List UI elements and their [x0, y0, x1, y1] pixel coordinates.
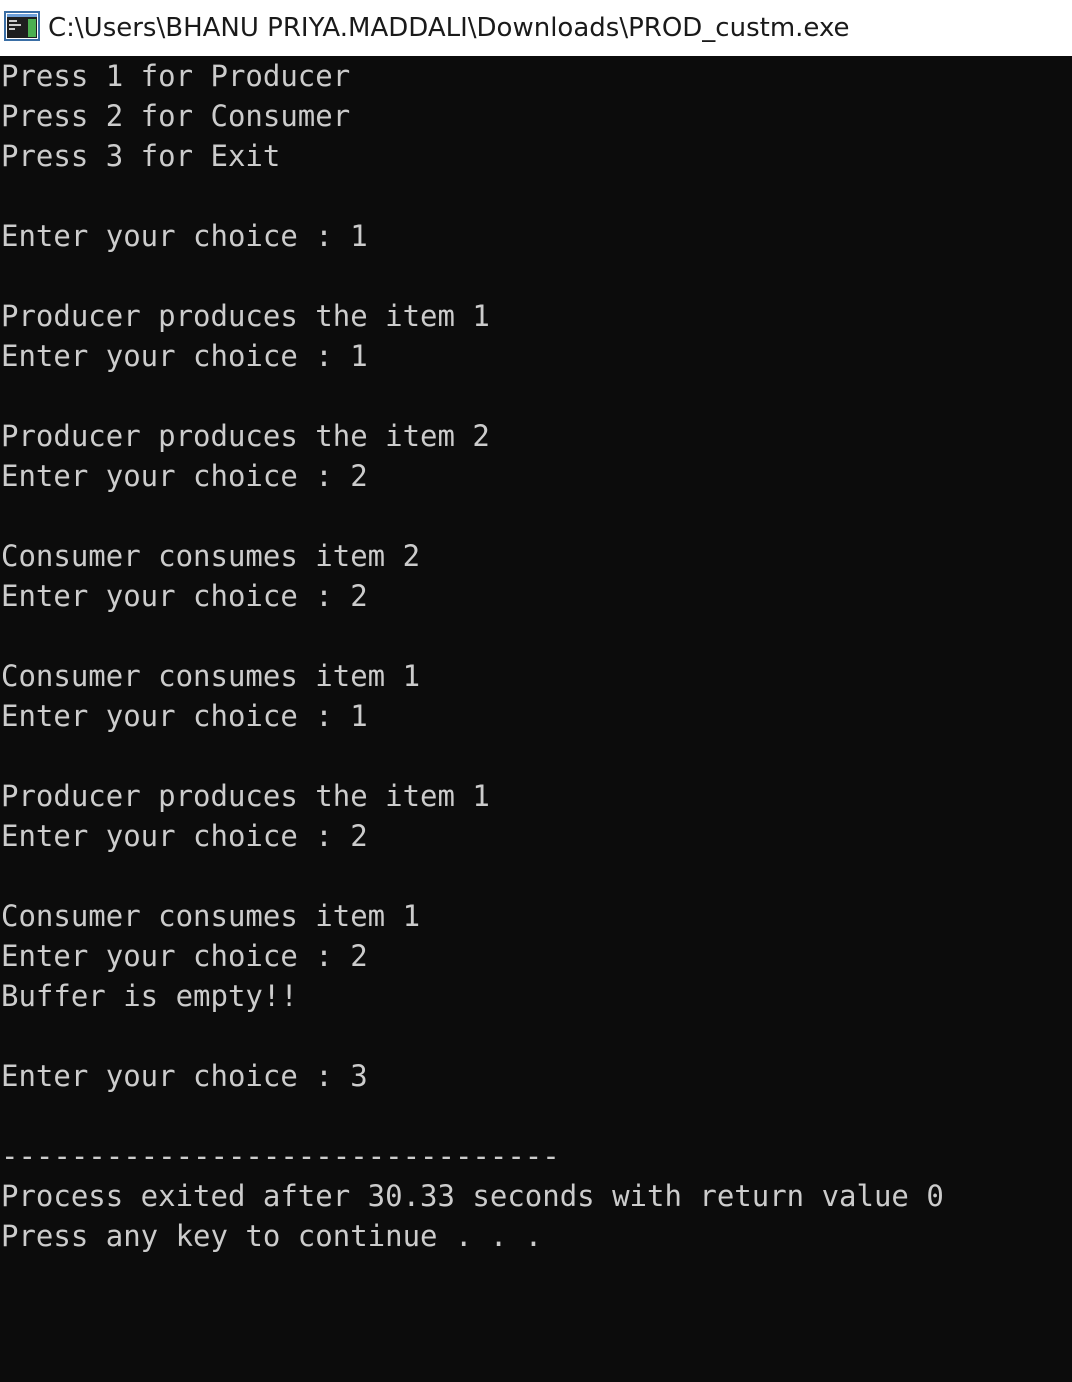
- console-window: C:\Users\BHANU PRIYA.MADDALI\Downloads\P…: [0, 0, 1072, 1382]
- console-line: Producer produces the item 2: [1, 419, 490, 453]
- console-line: Enter your choice : 2: [1, 939, 368, 973]
- console-line: Enter your choice : 3: [1, 1059, 368, 1093]
- console-app-icon: [4, 10, 48, 46]
- console-line: Enter your choice : 1: [1, 219, 368, 253]
- console-line: Enter your choice : 1: [1, 339, 368, 373]
- console-line: Enter your choice : 2: [1, 459, 368, 493]
- console-line: Consumer consumes item 2: [1, 539, 421, 573]
- console-line: Press any key to continue . . .: [1, 1219, 543, 1253]
- console-line: Enter your choice : 2: [1, 579, 368, 613]
- console-line: Producer produces the item 1: [1, 779, 490, 813]
- console-line: Enter your choice : 1: [1, 699, 368, 733]
- console-line: Consumer consumes item 1: [1, 899, 421, 933]
- console-line: Press 2 for Consumer: [1, 99, 351, 133]
- window-title: C:\Users\BHANU PRIYA.MADDALI\Downloads\P…: [48, 13, 850, 43]
- console-line: Process exited after 30.33 seconds with …: [1, 1179, 944, 1213]
- console-line: --------------------------------: [1, 1139, 560, 1173]
- console-output[interactable]: Press 1 for Producer Press 2 for Consumer…: [0, 56, 1072, 1382]
- console-line: Producer produces the item 1: [1, 299, 490, 333]
- console-line: Enter your choice : 2: [1, 819, 368, 853]
- console-line: Press 1 for Producer: [1, 59, 351, 93]
- console-line: Buffer is empty!!: [1, 979, 298, 1013]
- console-line: Consumer consumes item 1: [1, 659, 421, 693]
- title-bar[interactable]: C:\Users\BHANU PRIYA.MADDALI\Downloads\P…: [0, 0, 1072, 56]
- console-line: Press 3 for Exit: [1, 139, 281, 173]
